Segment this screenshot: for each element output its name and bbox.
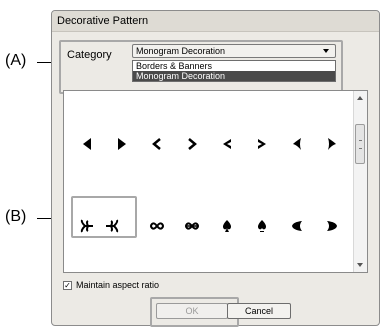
decorative-pattern-dialog: Decorative Pattern Category Monogram Dec… [51,10,380,327]
chevron-left-icon[interactable] [149,136,165,152]
category-option-borders-banners[interactable]: Borders & Banners [133,61,335,71]
category-dropdown-list[interactable]: Borders & Banners Monogram Decoration [132,60,336,82]
leaf-right-icon[interactable] [324,218,340,234]
maintain-aspect-ratio-label: Maintain aspect ratio [76,280,160,290]
pattern-grid-scrollbar[interactable] [353,91,367,272]
swoosh-left-icon[interactable] [289,136,305,152]
dialog-title: Decorative Pattern [57,15,149,27]
pattern-grid [63,90,368,273]
maintain-aspect-ratio-checkbox[interactable]: ✓ [63,281,72,290]
ok-button[interactable]: OK [156,303,228,319]
category-label: Category [67,49,112,61]
category-option-monogram-decoration[interactable]: Monogram Decoration [133,71,335,81]
chevron-right-icon[interactable] [184,136,200,152]
spade-icon[interactable] [219,218,235,234]
category-selected-value: Monogram Decoration [136,46,226,56]
callout-a: (A) [5,52,27,69]
scrollbar-thumb[interactable] [355,124,365,164]
triangle-right-icon[interactable] [114,136,130,152]
chevron-down-icon[interactable] [323,49,329,53]
dialog-titlebar: Decorative Pattern [52,11,379,32]
infinity-alt-icon[interactable] [184,218,200,234]
leaf-left-icon[interactable] [289,218,305,234]
notched-left-icon[interactable] [219,136,235,152]
notched-right-icon[interactable] [254,136,270,152]
category-select[interactable]: Monogram Decoration [132,44,336,58]
pattern-pair-highlight-box [71,196,137,238]
swoosh-right-icon[interactable] [324,136,340,152]
triangle-left-icon[interactable] [79,136,95,152]
cancel-button[interactable]: Cancel [227,303,291,319]
scroll-down-icon[interactable] [357,263,363,267]
spade-alt-icon[interactable] [254,218,270,234]
scroll-up-icon[interactable] [357,96,363,100]
infinity-icon[interactable] [149,218,165,234]
callout-b: (B) [5,208,27,225]
